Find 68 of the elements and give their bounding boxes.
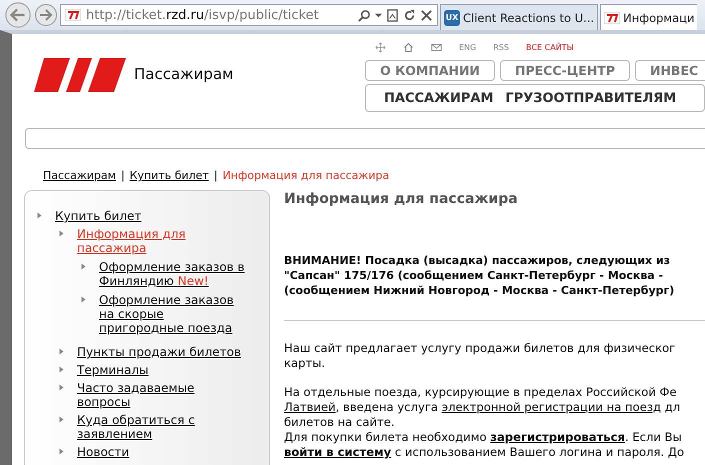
browser-tab[interactable]: UX Client Reactions to U... [440,4,598,30]
body-text: с использованием Вашего логина и пароля. До [394,445,684,459]
breadcrumb-link[interactable]: Купить билет [130,169,209,182]
move-icon[interactable] [375,42,386,52]
bullet-icon [59,348,64,355]
body-text: Наш сайт предлагает услугу продажи билетов для физическог [284,341,676,356]
sidebar-link[interactable]: Куда обратиться с заявлением [77,413,242,441]
home-icon[interactable] [403,42,414,52]
bullet-icon [59,448,64,455]
sidebar-link[interactable]: Купить билет [55,209,142,223]
bullet-icon [59,366,64,373]
logo-caption: Пассажирам [134,65,234,83]
body-text: дл [664,400,680,414]
breadcrumb-link[interactable]: Информация для пассажира [222,169,390,182]
favicon-icon [604,12,620,24]
nav-link[interactable]: ГРУЗООТПРАВИТЕЛЯМ [505,90,676,106]
tab-title: Информаци [623,10,694,24]
sidebar-link[interactable]: Терминалы [77,363,149,377]
text-link[interactable]: Латвией [284,400,336,414]
search-icon[interactable] [358,8,371,22]
address-bar[interactable]: http://ticket.rzd.ru/isvp/public/ticket [60,4,438,26]
nav-tab[interactable]: ПРЕСС-ЦЕНТР [500,60,630,81]
sidebar-link[interactable]: Пункты продажи билетов [77,345,242,359]
new-label: New! [178,274,209,288]
utility-link[interactable]: RSS [493,42,509,52]
body-text: Для покупки билета необходимо [284,430,488,444]
bullet-icon [81,263,86,270]
browser-tab[interactable]: Информаци [600,4,698,30]
nav-tab[interactable]: ИНВЕС [635,60,705,81]
nav-tab[interactable]: О КОМПАНИИ [365,60,495,81]
body-text: На отдельные поезда, курсирующие в пределах Российской Фе [284,385,678,400]
bullet-icon [37,212,42,219]
nav-link[interactable]: ПАССАЖИРАМ [384,90,494,106]
utility-link[interactable]: ВСЕ САЙТЫ [526,42,574,52]
bullet-icon [81,296,86,303]
favicon-icon [65,9,81,21]
body-text: карты. [284,356,326,371]
forward-button[interactable] [34,3,58,27]
page-title: Информация для пассажира [284,190,519,207]
compatibility-icon[interactable] [386,8,399,22]
breadcrumb-link[interactable]: Пассажирам [43,169,116,182]
refresh-icon[interactable] [403,8,416,22]
notice-text: (сообщением Нижний Новгород - Москва - Санкт-Петербург) [284,283,676,298]
text-link[interactable]: электронной регистрации на поезд [442,400,662,414]
tab-title: Client Reactions to U... [463,10,594,24]
sidebar-link[interactable]: Часто задаваемые вопросы [77,381,242,409]
sidebar-link[interactable]: Новости [77,445,130,459]
sidebar-link[interactable]: Оформление заказов в Финляндию New! [99,260,249,288]
sidebar-link[interactable]: Информация для пассажира [77,227,242,255]
text-link[interactable]: войти в систему [284,445,392,459]
back-button[interactable] [4,1,32,29]
breadcrumb-separator: | [120,169,125,182]
body-text: , введена услуга [336,400,440,414]
bullet-icon [59,416,64,423]
bullet-icon [59,230,64,237]
address-text: http://ticket.rzd.ru/isvp/public/ticket [86,8,320,22]
close-icon[interactable] [420,8,433,22]
ux-icon: UX [444,10,460,26]
sidebar-link[interactable]: Оформление заказов на скорые пригородные поезда [99,293,249,335]
body-text: . Если Вы [624,430,682,444]
mail-icon[interactable] [431,42,442,52]
notice-text: ВНИМАНИЕ! Посадка (высадка) пассажиров, следующих из [284,253,672,268]
utility-link[interactable]: ENG [459,42,476,52]
text-link[interactable]: зарегистрироваться [490,430,625,444]
notice-text: "Сапсан" 175/176 (сообщением Санкт-Петербург - Москва - [284,268,664,283]
breadcrumb-separator: | [214,169,218,182]
body-text: билетов на сайте. [284,415,396,430]
bullet-icon [59,384,64,391]
